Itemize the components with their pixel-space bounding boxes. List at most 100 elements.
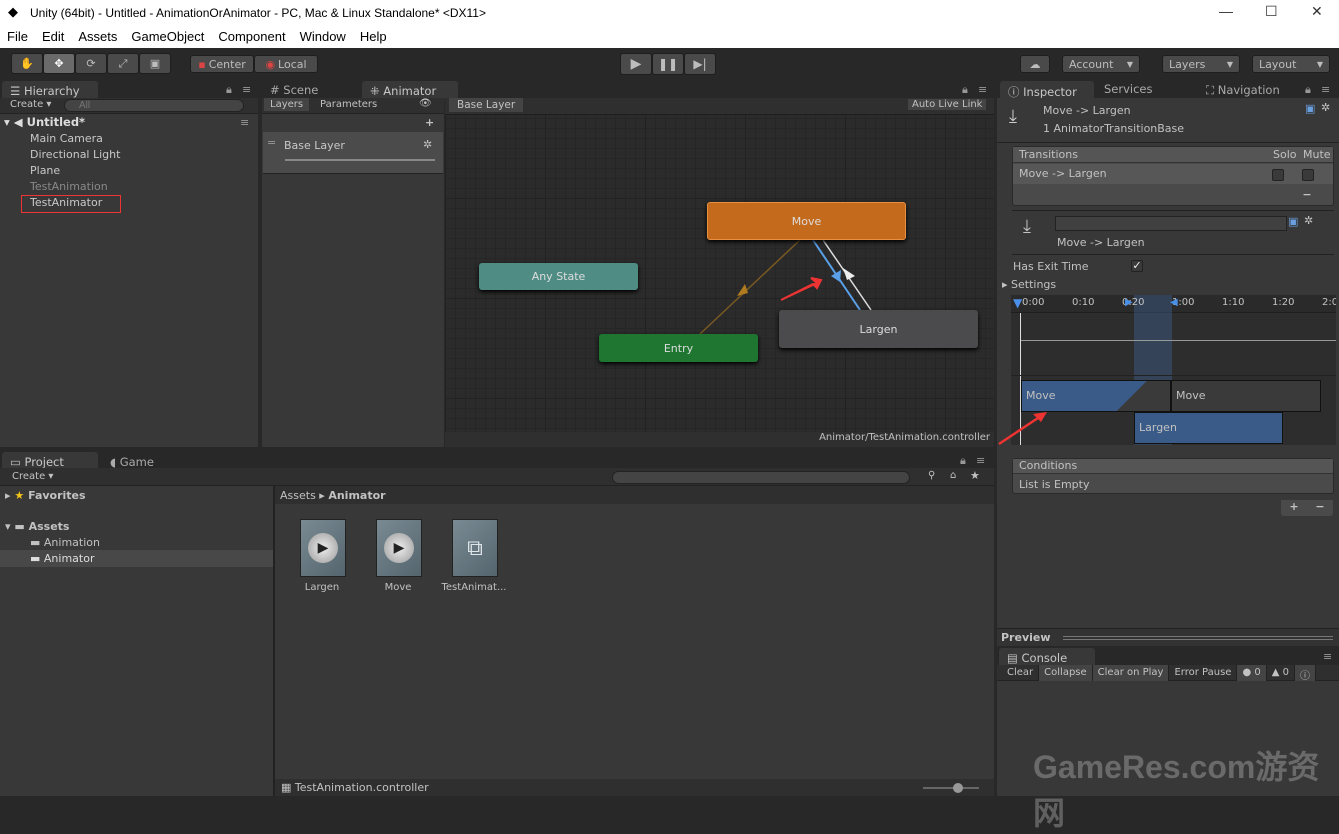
asset-controller[interactable]: ⧉ bbox=[452, 519, 498, 577]
filter-type-icon[interactable]: ⚲ bbox=[928, 470, 935, 481]
tab-inspector[interactable]: ⓘ Inspector bbox=[1000, 81, 1094, 99]
drag-handle-icon[interactable]: = bbox=[267, 136, 276, 149]
console-info-toggle[interactable]: ⓘ bbox=[1295, 665, 1317, 682]
settings-foldout[interactable]: ▸ Settings bbox=[1002, 278, 1056, 291]
scene-menu-icon[interactable]: ≡ bbox=[240, 116, 249, 129]
play-button[interactable]: ▶ bbox=[620, 53, 652, 75]
tab-console[interactable]: ▤ Console bbox=[999, 648, 1095, 666]
console-error-pause-button[interactable]: Error Pause bbox=[1169, 665, 1238, 681]
gear-icon[interactable]: ✲ bbox=[1304, 214, 1313, 227]
gear-icon[interactable]: ✲ bbox=[423, 138, 432, 151]
hierarchy-item[interactable]: TestAnimator bbox=[30, 196, 102, 209]
panel-menu-icon[interactable]: ≡ bbox=[1323, 650, 1332, 663]
panel-menu-icon[interactable]: ≡ bbox=[978, 83, 987, 96]
pivot-local-button[interactable]: ◉ Local bbox=[254, 55, 318, 73]
maximize-button[interactable]: ☐ bbox=[1265, 3, 1278, 20]
asset-largen-clip[interactable]: ▶ bbox=[300, 519, 346, 577]
lock-icon[interactable]: 🔒︎ bbox=[962, 83, 968, 97]
transition-name-input[interactable] bbox=[1055, 216, 1287, 231]
panel-menu-icon[interactable]: ≡ bbox=[242, 83, 251, 96]
console-clear-on-play-button[interactable]: Clear on Play bbox=[1092, 665, 1170, 681]
help-icon[interactable]: ▣ bbox=[1288, 215, 1298, 228]
hand-tool-icon[interactable]: ✋ bbox=[11, 53, 43, 74]
hierarchy-item[interactable]: Plane bbox=[30, 164, 60, 177]
layer-weight-slider[interactable] bbox=[285, 159, 435, 161]
tree-assets[interactable]: ▾ ▬ Assets bbox=[5, 520, 69, 533]
destination-clip-bar[interactable]: Largen bbox=[1134, 412, 1283, 444]
lock-icon[interactable]: 🔒︎ bbox=[960, 454, 966, 468]
help-icon[interactable]: ▣ bbox=[1305, 102, 1315, 115]
add-layer-button[interactable]: + bbox=[425, 116, 434, 129]
menu-file[interactable]: File bbox=[0, 26, 35, 48]
menu-help[interactable]: Help bbox=[353, 26, 394, 48]
mute-checkbox[interactable] bbox=[1302, 169, 1314, 181]
tab-game[interactable]: ◖ Game bbox=[110, 455, 154, 469]
menu-component[interactable]: Component bbox=[211, 26, 292, 48]
project-create-button[interactable]: Create ▾ bbox=[12, 471, 53, 482]
state-move[interactable]: Move bbox=[707, 202, 906, 240]
tree-folder-animation[interactable]: ▬ Animation bbox=[30, 536, 100, 549]
solo-checkbox[interactable] bbox=[1272, 169, 1284, 181]
animator-graph[interactable]: Base Layer Auto Live Link Move Any State… bbox=[445, 98, 994, 432]
asset-move-clip[interactable]: ▶ bbox=[376, 519, 422, 577]
parameters-tab[interactable]: Parameters bbox=[320, 99, 377, 110]
project-search-input[interactable] bbox=[612, 471, 910, 484]
hierarchy-item[interactable]: Main Camera bbox=[30, 132, 103, 145]
hierarchy-item[interactable]: TestAnimation bbox=[30, 180, 108, 193]
transition-timeline[interactable]: 0:00 0:10 0:20 1:00 1:10 1:20 2:00 ▼ ▶ ◀… bbox=[1011, 295, 1336, 445]
remove-condition-button[interactable]: − bbox=[1315, 500, 1324, 516]
scene-root[interactable]: ▾ ◀ Untitled* bbox=[4, 115, 85, 129]
pause-button[interactable]: ❚❚ bbox=[652, 53, 684, 75]
console-warnings-toggle[interactable]: ▲ 0 bbox=[1267, 665, 1296, 681]
tree-folder-animator[interactable]: ▬ Animator bbox=[30, 552, 94, 565]
state-entry[interactable]: Entry bbox=[599, 334, 758, 362]
source-clip-next-bar[interactable]: Move bbox=[1171, 380, 1321, 412]
preview-header[interactable]: Preview bbox=[997, 628, 1339, 646]
filter-label-icon[interactable]: ⌂ bbox=[950, 470, 956, 481]
icon-size-slider[interactable] bbox=[923, 783, 979, 793]
panel-menu-icon[interactable]: ≡ bbox=[976, 454, 985, 467]
layers-tab[interactable]: Layers bbox=[264, 98, 310, 111]
layers-dropdown[interactable]: Layers ▼ bbox=[1162, 55, 1240, 73]
lock-icon[interactable]: 🔒︎ bbox=[226, 83, 232, 97]
tab-services[interactable]: Services bbox=[1104, 82, 1153, 96]
eye-icon[interactable]: 👁︎ bbox=[419, 98, 432, 109]
tab-animator[interactable]: ⁜ Animator bbox=[362, 81, 458, 99]
tab-hierarchy[interactable]: ☰ Hierarchy bbox=[2, 81, 98, 99]
move-tool-icon[interactable]: ✥ bbox=[43, 53, 75, 74]
hierarchy-item[interactable]: Directional Light bbox=[30, 148, 120, 161]
base-layer-item[interactable]: = Base Layer ✲ bbox=[263, 132, 443, 174]
tree-favorites[interactable]: ▸ ★ Favorites bbox=[5, 489, 86, 502]
gear-icon[interactable]: ✲ bbox=[1321, 101, 1330, 114]
hierarchy-search-input[interactable] bbox=[64, 99, 244, 112]
playhead-marker-icon[interactable]: ▼ bbox=[1013, 296, 1022, 310]
console-collapse-button[interactable]: Collapse bbox=[1039, 665, 1093, 681]
step-button[interactable]: ▶| bbox=[684, 53, 716, 75]
close-button[interactable]: ✕ bbox=[1311, 3, 1323, 20]
rotate-tool-icon[interactable]: ⟳ bbox=[75, 53, 107, 74]
state-any-state[interactable]: Any State bbox=[479, 263, 638, 290]
has-exit-time-checkbox[interactable]: ✓ bbox=[1131, 260, 1143, 272]
menu-gameobject[interactable]: GameObject bbox=[124, 26, 211, 48]
menu-window[interactable]: Window bbox=[293, 26, 353, 48]
pivot-center-button[interactable]: ▪ Center bbox=[190, 55, 254, 73]
scale-tool-icon[interactable]: ⤢ bbox=[107, 53, 139, 74]
console-clear-button[interactable]: Clear bbox=[997, 665, 1040, 681]
remove-transition-button[interactable]: − bbox=[1281, 188, 1333, 204]
panel-menu-icon[interactable]: ≡ bbox=[1321, 83, 1330, 96]
tab-scene[interactable]: # Scene bbox=[270, 83, 318, 97]
transition-start-marker-icon[interactable]: ▶ bbox=[1125, 297, 1133, 308]
menu-edit[interactable]: Edit bbox=[35, 26, 71, 48]
layout-dropdown[interactable]: Layout ▼ bbox=[1252, 55, 1330, 73]
minimize-button[interactable]: — bbox=[1219, 3, 1233, 19]
breadcrumb-assets[interactable]: Assets bbox=[280, 489, 316, 502]
add-condition-button[interactable]: + bbox=[1289, 500, 1298, 516]
rect-tool-icon[interactable]: ▣ bbox=[139, 53, 171, 74]
lock-icon[interactable]: 🔒︎ bbox=[1305, 83, 1311, 97]
transition-end-marker-icon[interactable]: ◀ bbox=[1170, 297, 1178, 308]
menu-assets[interactable]: Assets bbox=[71, 26, 124, 48]
cloud-icon[interactable]: ☁ bbox=[1020, 55, 1050, 73]
console-errors-toggle[interactable]: ● 0 bbox=[1237, 665, 1267, 681]
tab-navigation[interactable]: ⛶ Navigation bbox=[1206, 83, 1280, 98]
favorite-star-icon[interactable]: ★ bbox=[970, 469, 980, 482]
